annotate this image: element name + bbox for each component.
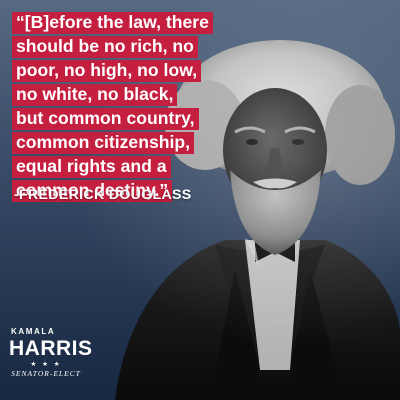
quote-block: “[B]efore the law, there should be no ri… — [12, 12, 262, 204]
quote-line: common citizenship, — [12, 132, 195, 154]
quote-line: “[B]efore the law, there — [12, 12, 213, 34]
logo-first-name: KAMALA — [11, 327, 56, 336]
quote-line: equal rights and a — [12, 156, 171, 178]
stars-icon: ★ ★ ★ — [30, 361, 62, 368]
quote-attribution: -FREDERICK DOUGLASS — [14, 187, 192, 203]
quote-line: should be no rich, no — [12, 36, 198, 58]
campaign-logo: KAMALA HARRIS ★ ★ ★ SENATOR-ELECT — [9, 327, 93, 393]
logo-tagline: SENATOR-ELECT — [11, 369, 81, 378]
logo-last-name: HARRIS — [9, 337, 93, 360]
quote-line: poor, no high, no low, — [12, 60, 202, 82]
quote-line: no white, no black, — [12, 84, 178, 106]
quote-line: but common country, — [12, 108, 199, 130]
quote-card: “[B]efore the law, there should be no ri… — [0, 0, 400, 400]
